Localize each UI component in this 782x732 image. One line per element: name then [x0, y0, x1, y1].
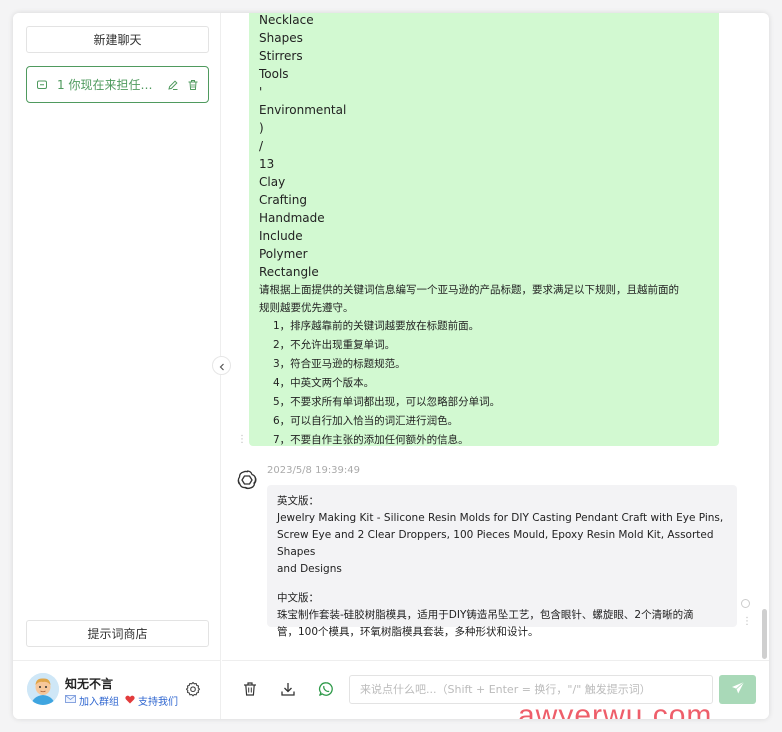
user-word: Polymer [259, 247, 308, 261]
heart-icon [125, 695, 135, 707]
more-icon[interactable]: ⋮ [742, 617, 752, 627]
download-icon[interactable] [279, 680, 297, 698]
support-link[interactable]: 支持我们 [138, 693, 178, 708]
loading-indicator-icon [741, 599, 750, 608]
user-rule: 3，符合亚马逊的标题规范。 [273, 358, 406, 370]
message-timestamp: 2023/5/8 19:39:49 [267, 465, 361, 476]
user-rule: 6，可以自行加入恰当的词汇进行润色。 [273, 415, 459, 427]
en-line: Screw Eye and 2 Clear Droppers, 100 Piec… [277, 529, 714, 558]
user-word: Shapes [259, 31, 303, 45]
avatar[interactable] [27, 673, 59, 705]
trash-icon[interactable] [241, 680, 259, 698]
user-word: Necklace [259, 13, 314, 27]
user-word: Include [259, 229, 303, 243]
trash-icon[interactable] [186, 78, 200, 92]
user-rule: 4，中英文两个版本。 [273, 377, 375, 389]
prompt-store-button[interactable]: 提示词商店 [26, 620, 209, 647]
user-rule: 2，不允许出现重复单词。 [273, 339, 396, 351]
paper-plane-icon [731, 680, 745, 699]
mail-icon [65, 695, 76, 706]
user-instruction-line: 规则越要优先遵守。 [259, 302, 354, 314]
send-button[interactable] [719, 675, 756, 704]
user-word: Environmental [259, 103, 347, 117]
scrollbar[interactable] [762, 609, 767, 659]
user-word: ) [259, 121, 264, 135]
user-word: Clay [259, 175, 286, 189]
collapse-sidebar-button[interactable] [212, 356, 231, 375]
user-rule: 5，不要求所有单词都出现，可以忽略部分单词。 [273, 396, 501, 408]
user-word: Stirrers [259, 49, 303, 63]
user-word: Crafting [259, 193, 307, 207]
history-item-title: 1 你现在来担任一... [57, 78, 160, 92]
zh-line: 珠宝制作套装-硅胶树脂模具，适用于DIY铸造吊坠工艺，包含眼针、螺旋眼、2个清晰… [277, 609, 694, 621]
en-line: and Designs [277, 563, 342, 575]
en-line: Jewelry Making Kit - Silicone Resin Mold… [277, 512, 724, 524]
user-word: / [259, 139, 264, 153]
sidebar: 新建聊天 1 你现在来担任一... 提示词商店 知无不言 加入群组 支持我们 [13, 13, 221, 719]
pencil-icon[interactable] [166, 78, 180, 92]
en-heading: 英文版： [277, 495, 319, 507]
user-rule: 1，排序越靠前的关键词越要放在标题前面。 [273, 320, 480, 332]
chat-bubble-icon [35, 78, 49, 92]
assistant-message: 英文版： Jewelry Making Kit - Silicone Resin… [267, 485, 737, 638]
openai-logo-icon [235, 468, 259, 492]
user-word: 13 [259, 157, 275, 171]
user-links: 加入群组 支持我们 [65, 693, 178, 708]
user-area: 知无不言 加入群组 支持我们 [13, 660, 221, 719]
join-group-link[interactable]: 加入群组 [79, 693, 119, 708]
user-word: Rectangle [259, 265, 319, 279]
history-item[interactable]: 1 你现在来担任一... [26, 66, 209, 103]
watermark: awyerwu.com [518, 699, 713, 719]
chat-main: Necklace Shapes Stirrers Tools ' Environ… [222, 13, 769, 719]
chevron-left-icon [218, 356, 226, 375]
whatsapp-icon[interactable] [317, 680, 335, 698]
gear-icon[interactable] [185, 681, 201, 697]
more-icon[interactable]: ⋮ [237, 435, 247, 445]
user-rule: 7，不要自作主张的添加任何额外的信息。 [273, 434, 469, 446]
user-word: ' [259, 85, 263, 99]
zh-heading: 中文版： [277, 592, 319, 604]
user-word: Handmade [259, 211, 325, 225]
chat-app: 新建聊天 1 你现在来担任一... 提示词商店 知无不言 加入群组 支持我们 N… [13, 13, 769, 719]
user-instruction-line: 请根据上面提供的关键词信息编写一个亚马逊的产品标题，要求满足以下规则，且越前面的 [259, 284, 679, 296]
new-chat-button[interactable]: 新建聊天 [26, 26, 209, 53]
user-message: Necklace Shapes Stirrers Tools ' Environ… [249, 13, 719, 446]
zh-line: 管，100个模具，环氧树脂模具套装，多种形状和设计。 [277, 626, 539, 638]
user-name: 知无不言 [65, 677, 114, 691]
user-word: Tools [259, 67, 289, 81]
